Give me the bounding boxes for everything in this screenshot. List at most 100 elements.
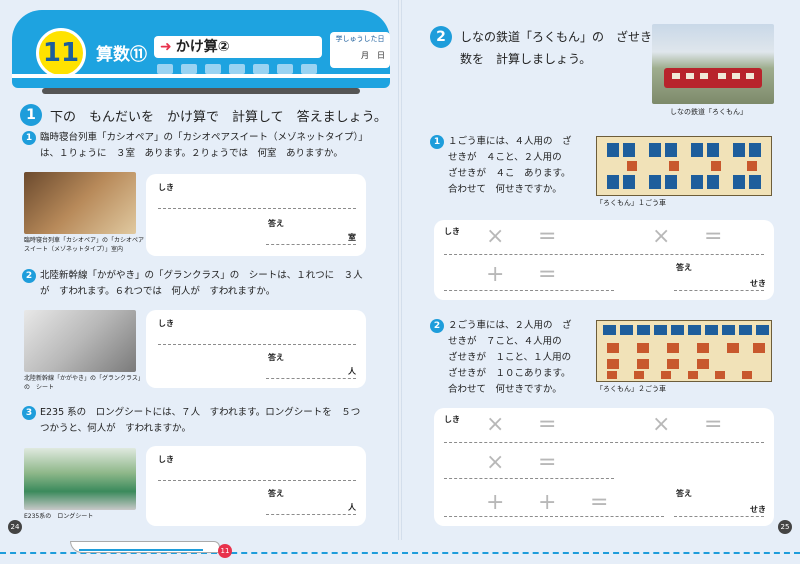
car-1-plan-caption: 「ろくもん」１ごう車 (596, 199, 666, 207)
seat-icon (603, 325, 616, 335)
kotae-label: 答え (268, 353, 284, 362)
question-2: 2 北陸新幹線「かがやき」の「グランクラス」の シートは、１れつに ３人が すわれ… (22, 268, 370, 300)
shiki-label: しき (158, 183, 174, 192)
right-answer-box-1[interactable]: しき × = × = + = 答え せき (434, 220, 774, 300)
unit-label: せき (750, 505, 766, 514)
lesson-number-badge: 11 (36, 28, 86, 78)
unit-label: せき (750, 279, 766, 288)
rokumon-train-photo (652, 24, 774, 104)
study-date-box: 学しゅうした日 月 日 (330, 32, 390, 68)
times-symbol: × (486, 412, 505, 437)
plus-symbol: + (486, 490, 505, 515)
seat-icon (637, 359, 649, 369)
cassiopeia-suite-photo (24, 172, 136, 234)
seat-icon (753, 343, 765, 353)
shinkansen-icon (70, 541, 220, 553)
seat-icon (715, 371, 725, 379)
times-symbol: × (652, 412, 671, 437)
question-3-number: 3 (22, 406, 36, 420)
rokumon-photo-caption: しなの鉄道「ろくもん」 (670, 108, 747, 116)
question-1: 1 臨時寝台列車「カシオペア」の「カシオペアスイート（メゾネットタイプ）」は、１り… (22, 130, 370, 162)
left-page: 11 算数⑪ ➜ かけ算② 学しゅうした日 月 日 1 下の もんだいを かけ算で… (0, 0, 400, 564)
seat-icon (649, 175, 661, 189)
seat-icon (747, 161, 757, 171)
kotae-label: 答え (268, 219, 284, 228)
page-number-left: 24 (8, 520, 22, 534)
seat-icon (733, 143, 745, 157)
shiki-label: しき (158, 319, 174, 328)
train-wheels (42, 88, 360, 94)
gran-class-seat-photo (24, 310, 136, 372)
seat-icon (665, 143, 677, 157)
unit-label: 室 (348, 233, 356, 242)
seat-icon (691, 175, 703, 189)
question-1-caption: 臨時寝台列車「カシオペア」の「カシオペアスイート（メゾネットタイプ）」室内 (24, 237, 145, 253)
seat-icon (637, 343, 649, 353)
car-2-seat-plan (596, 320, 772, 382)
right-heading-text: しなの鉄道「ろくもん」の ざせきの 数を 計算しましょう。 (460, 30, 676, 66)
question-2-caption: 北陸新幹線「かがやき」の「グランクラス」の シート (24, 375, 144, 391)
equals-symbol: = (538, 450, 557, 475)
seat-icon (688, 325, 701, 335)
right-heading-number: 2 (430, 26, 452, 48)
seat-icon (607, 343, 619, 353)
kotae-label: 答え (676, 263, 692, 272)
subject-title: 算数⑪ (96, 45, 147, 65)
kotae-label: 答え (676, 489, 692, 498)
study-date-label: 学しゅうした日 (335, 35, 385, 43)
seat-icon (634, 371, 644, 379)
right-question-2-text: ２ごう車には、２人用の ざせきが ７こと、４人用の ざせきが １こと、１人用の … (448, 320, 581, 395)
question-1-number: 1 (22, 131, 36, 145)
question-2-number: 2 (22, 269, 36, 283)
seat-icon (733, 175, 745, 189)
seat-icon (667, 343, 679, 353)
times-symbol: × (486, 450, 505, 475)
header-train-banner: 11 算数⑪ ➜ かけ算② 学しゅうした日 月 日 (12, 10, 390, 94)
seat-icon (707, 143, 719, 157)
study-date-value: 月 日 (361, 51, 385, 60)
equals-symbol: = (704, 224, 723, 249)
arrow-icon: ➜ (160, 39, 172, 55)
seat-icon (607, 143, 619, 157)
train-windows (157, 64, 317, 74)
question-3: 3 E235 系の ロングシートには、７人 すわれます。ロングシートを ５つ つか… (22, 405, 370, 437)
shiki-label: しき (444, 227, 460, 236)
right-answer-box-2[interactable]: しき × = × = × = + + = 答え せき (434, 408, 774, 526)
equals-symbol: = (704, 412, 723, 437)
answer-box-1[interactable]: しき 答え 室 (146, 174, 366, 256)
seat-icon (607, 175, 619, 189)
plus-symbol: + (538, 490, 557, 515)
right-question-1: 1 １ごう車には、４人用の ざせきが ４こと、２人用の ざせきが ４こ あります。… (430, 134, 578, 198)
seat-icon (688, 371, 698, 379)
equals-symbol: = (538, 224, 557, 249)
right-question-1-number: 1 (430, 135, 444, 149)
seat-icon (711, 161, 721, 171)
seat-icon (739, 325, 752, 335)
answer-box-3[interactable]: しき 答え 人 (146, 446, 366, 526)
car-1-seat-plan (596, 136, 772, 196)
kotae-label: 答え (268, 489, 284, 498)
e235-long-seat-photo (24, 448, 136, 510)
instruction: 1 下の もんだいを かけ算で 計算して 答えましょう。 (20, 104, 387, 126)
seat-icon (665, 175, 677, 189)
seat-icon (661, 371, 671, 379)
page-number-right: 25 (778, 520, 792, 534)
right-question-1-text: １ごう車には、４人用の ざせきが ４こと、２人用の ざせきが ４こ あります。合… (448, 136, 572, 195)
seat-icon (654, 325, 667, 335)
progress-marker: 11 (218, 544, 232, 558)
question-2-text: 北陸新幹線「かがやき」の「グランクラス」の シートは、１れつに ３人が すわれま… (40, 270, 363, 297)
question-3-text: E235 系の ロングシートには、７人 すわれます。ロングシートを ５つ つかう… (40, 407, 370, 434)
seat-icon (727, 343, 739, 353)
seat-icon (707, 175, 719, 189)
answer-box-2[interactable]: しき 答え 人 (146, 310, 366, 388)
seat-icon (756, 325, 769, 335)
shiki-label: しき (158, 455, 174, 464)
plus-symbol: + (486, 262, 505, 287)
seat-icon (749, 143, 761, 157)
equals-symbol: = (538, 262, 557, 287)
seat-icon (749, 175, 761, 189)
seat-icon (667, 359, 679, 369)
topic-label: かけ算② (175, 39, 230, 55)
instruction-text: 下の もんだいを かけ算で 計算して 答えましょう。 (50, 109, 387, 125)
seat-icon (607, 359, 619, 369)
